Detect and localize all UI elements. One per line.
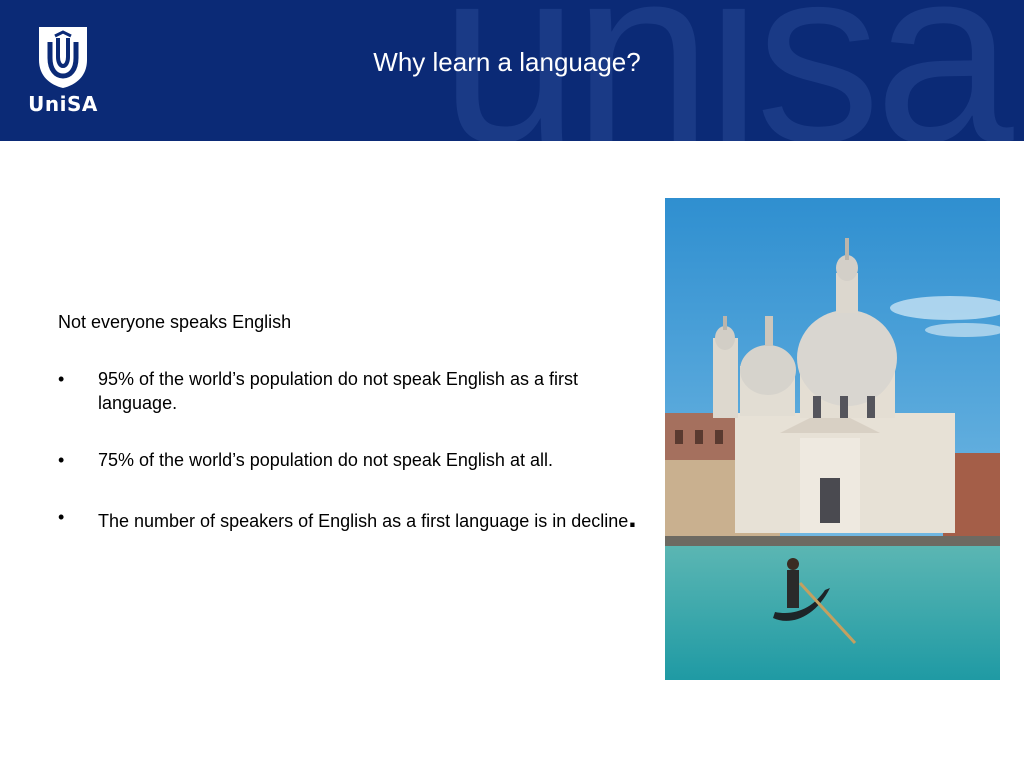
- shield-logo-icon: [39, 27, 87, 88]
- list-item: • The number of speakers of English as a…: [58, 499, 648, 540]
- closing-period: .: [628, 501, 637, 534]
- list-item: • 95% of the world’s population do not s…: [58, 367, 648, 415]
- venice-photo: [665, 198, 1000, 680]
- list-item: • 75% of the world’s population do not s…: [58, 448, 648, 472]
- page-title: Why learn a language?: [373, 47, 641, 77]
- logo-wordmark: UniSA: [28, 92, 98, 116]
- intro-text: Not everyone speaks English: [58, 312, 292, 332]
- main-content: Not everyone speaks English • 95% of the…: [58, 310, 648, 573]
- bullet-icon: •: [58, 507, 65, 527]
- header-banner: unisa UniSA Why learn a language?: [0, 0, 1024, 141]
- unisa-logo: UniSA: [28, 24, 98, 120]
- bullet-text: 95% of the world’s population do not spe…: [98, 369, 578, 413]
- bullet-icon: •: [58, 369, 65, 389]
- bullet-text: 75% of the world’s population do not spe…: [98, 450, 553, 470]
- bullet-text: The number of speakers of English as a f…: [98, 511, 629, 531]
- bullet-list: • 95% of the world’s population do not s…: [58, 367, 648, 540]
- bullet-icon: •: [58, 450, 65, 470]
